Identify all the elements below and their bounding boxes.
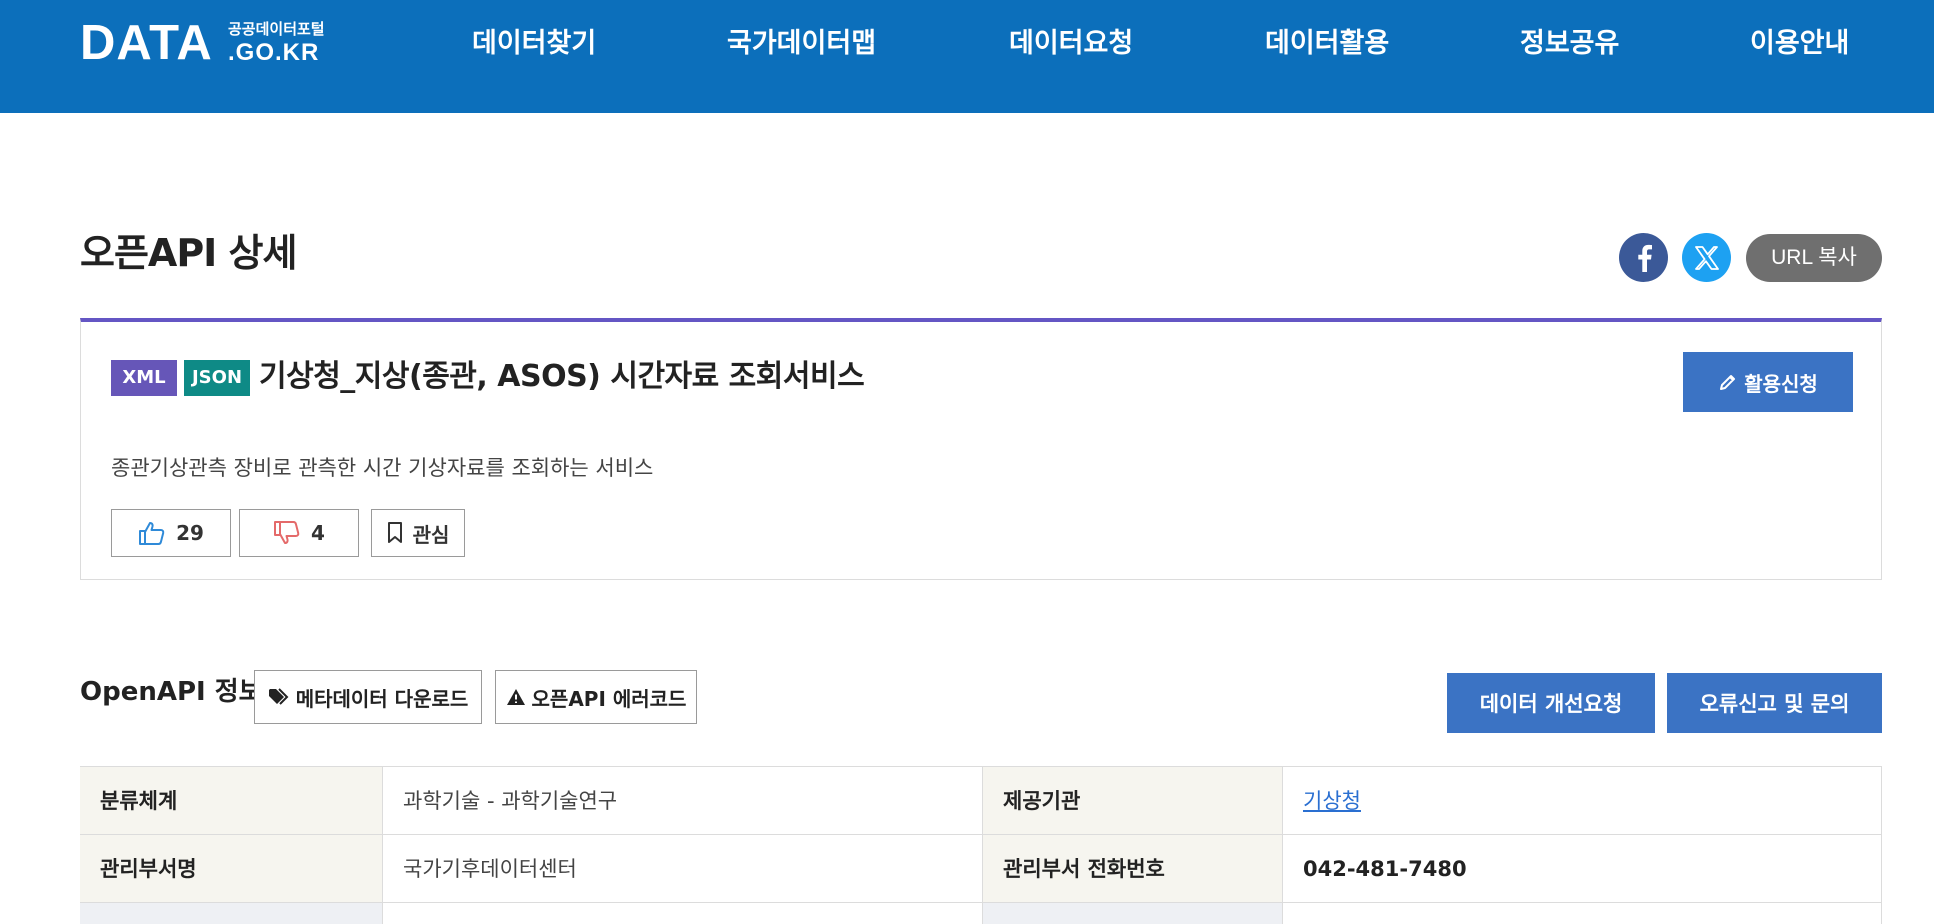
table-row [80,903,1882,924]
like-button[interactable]: 29 [111,509,231,557]
thumbs-up-icon [139,522,165,545]
table-header-cell [982,903,1282,924]
error-code-button[interactable]: 오픈API 에러코드 [495,670,697,724]
xml-badge: XML [111,360,177,396]
facebook-icon [1637,244,1652,272]
table-value-cell [1282,903,1882,924]
api-detail-box: XML JSON 기상청_지상(종관, ASOS) 시간자료 조회서비스 활용신… [80,318,1882,580]
error-report-button[interactable]: 오류신고 및 문의 [1667,673,1882,733]
error-code-label: 오픈API 에러코드 [531,686,687,711]
nav-item-find-data[interactable]: 데이터찾기 [472,24,596,64]
bookmark-icon [387,522,402,543]
openapi-info-title: OpenAPI 정보 [80,677,263,707]
apply-button[interactable]: 활용신청 [1683,352,1853,412]
favorite-label: 관심 [412,522,450,547]
table-header-cell: 관리부서명 [80,835,382,902]
json-badge: JSON [184,360,250,396]
warning-icon [506,689,525,705]
site-header: DATA 공공데이터포털 .GO.KR 데이터찾기 국가데이터맵 데이터요청 데… [0,0,1934,113]
table-row: 관리부서명 국가기후데이터센터 관리부서 전화번호 042-481-7480 [80,835,1882,903]
thumbs-down-icon [274,521,300,544]
provider-link[interactable]: 기상청 [1303,789,1361,813]
table-value-cell: 과학기술 - 과학기술연구 [382,767,982,834]
facebook-share-button[interactable] [1619,233,1668,282]
metadata-download-label: 메타데이터 다운로드 [295,686,469,711]
nav-item-data-request[interactable]: 데이터요청 [1009,24,1133,64]
data-improve-request-button[interactable]: 데이터 개선요청 [1447,673,1655,733]
x-twitter-icon [1694,245,1719,270]
table-header-cell: 제공기관 [982,767,1282,834]
metadata-download-button[interactable]: 메타데이터 다운로드 [254,670,482,724]
main-nav: 데이터찾기 국가데이터맵 데이터요청 데이터활용 정보공유 이용안내 [0,24,1934,64]
favorite-button[interactable]: 관심 [371,509,465,557]
nav-item-guide[interactable]: 이용안내 [1750,24,1849,64]
x-share-button[interactable] [1682,233,1731,282]
table-header-cell [80,903,382,924]
nav-item-data-use[interactable]: 데이터활용 [1265,24,1389,64]
table-value-cell: 기상청 [1282,767,1882,834]
table-row: 분류체계 과학기술 - 과학기술연구 제공기관 기상청 [80,767,1882,835]
table-value-cell: 국가기후데이터센터 [382,835,982,902]
like-count: 29 [176,521,204,545]
pencil-icon [1720,375,1736,390]
nav-item-info-share[interactable]: 정보공유 [1520,24,1619,64]
url-copy-button[interactable]: URL 복사 [1746,234,1882,282]
api-title: 기상청_지상(종관, ASOS) 시간자료 조회서비스 [259,359,865,394]
openapi-info-table: 분류체계 과학기술 - 과학기술연구 제공기관 기상청 관리부서명 국가기후데이… [80,766,1882,924]
table-header-cell: 관리부서 전화번호 [982,835,1282,902]
table-value-cell: 042-481-7480 [1282,835,1882,902]
table-value-cell [382,903,982,924]
dislike-count: 4 [311,521,325,545]
tags-icon [268,688,289,705]
api-description: 종관기상관측 장비로 관측한 시간 기상자료를 조회하는 서비스 [111,456,654,480]
dislike-button[interactable]: 4 [239,509,359,557]
apply-button-label: 활용신청 [1744,371,1818,396]
table-header-cell: 분류체계 [80,767,382,834]
page-title: 오픈API 상세 [80,231,297,275]
nav-item-national-data-map[interactable]: 국가데이터맵 [727,24,876,64]
